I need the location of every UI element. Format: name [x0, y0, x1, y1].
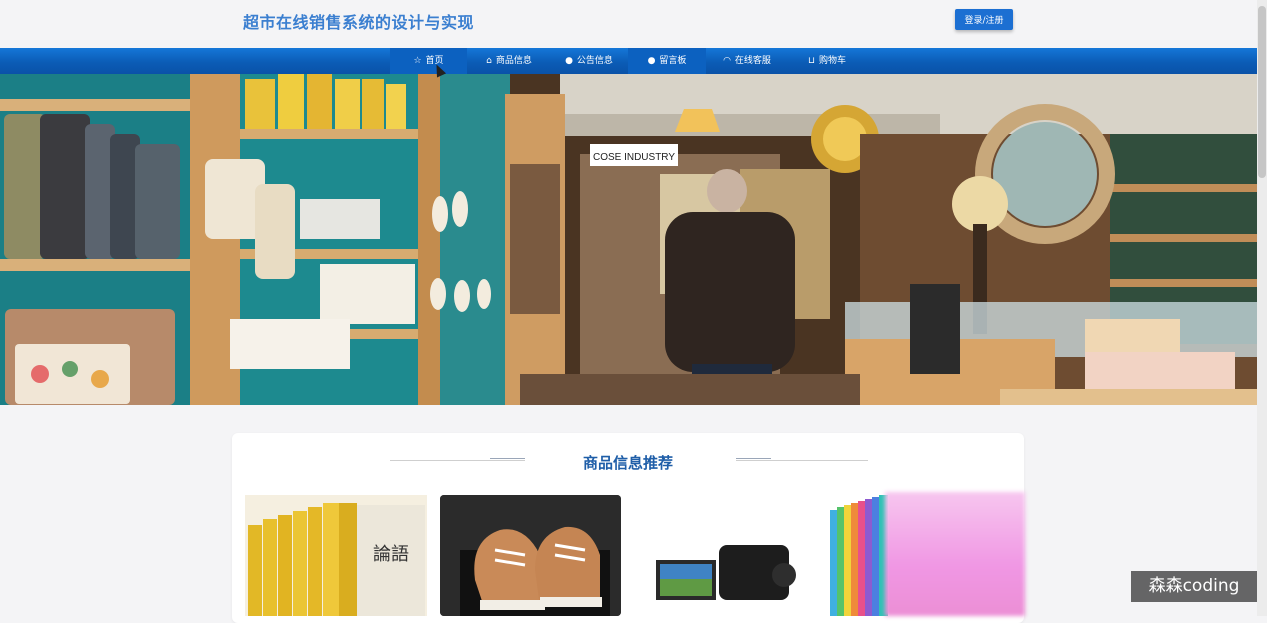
title-deco-right-accent: [736, 458, 771, 459]
product-card-4[interactable]: [828, 495, 888, 616]
nav-item-support[interactable]: ◠ 在线客服: [708, 48, 786, 74]
watermark: 森森coding: [1131, 571, 1257, 602]
nav-label-messages: 留言板: [659, 56, 687, 66]
nav-item-cart[interactable]: ⊔ 购物车: [788, 48, 866, 74]
site-header: 超市在线销售系统的设计与实现 登录/注册: [0, 0, 1257, 48]
cart-icon: ⊔: [807, 56, 815, 66]
section-title: 商品信息推荐: [582, 454, 673, 472]
message-icon: ●: [647, 56, 656, 66]
product-card-2[interactable]: [440, 495, 621, 616]
nav-item-messages[interactable]: ● 留言板: [628, 48, 706, 74]
nav-item-home[interactable]: ☆ 首页: [390, 48, 467, 74]
product-image-camcorder: [634, 495, 814, 616]
store-interior-image: COSE INDUSTRY: [0, 74, 1257, 405]
scrollbar-thumb[interactable]: [1258, 6, 1266, 178]
nav-label-notices: 公告信息: [576, 56, 613, 66]
page-scrollbar[interactable]: [1257, 0, 1267, 616]
login-register-button[interactable]: 登录/注册: [955, 9, 1013, 30]
blurred-overlay: [885, 492, 1025, 616]
nav-label-support: 在线客服: [734, 56, 771, 66]
product-image-color-books: [830, 495, 888, 616]
book-cover-text: 論語: [373, 544, 409, 565]
nav-item-notices[interactable]: ● 公告信息: [550, 48, 628, 74]
product-image-book-set: 論語: [245, 495, 427, 616]
nav-item-products[interactable]: ⌂ 商品信息: [470, 48, 548, 74]
product-image-sneakers: [440, 495, 621, 616]
star-icon: ☆: [413, 56, 422, 66]
product-card-1[interactable]: 論語: [245, 495, 427, 616]
headset-icon: ◠: [723, 56, 731, 66]
bag-icon: ⌂: [486, 56, 492, 66]
main-nav: ☆ 首页 ⌂ 商品信息 ● 公告信息 ● 留言板 ◠ 在线客服 ⊔ 购物车: [0, 48, 1257, 74]
info-icon: ●: [565, 56, 573, 66]
nav-label-products: 商品信息: [495, 56, 532, 66]
product-card-3[interactable]: [634, 495, 814, 616]
title-deco-right-line: [736, 460, 868, 461]
store-sign: COSE INDUSTRY: [593, 152, 675, 163]
nav-label-cart: 购物车: [819, 56, 847, 66]
hero-banner[interactable]: COSE INDUSTRY: [0, 74, 1257, 405]
site-title: 超市在线销售系统的设计与实现: [243, 13, 475, 32]
